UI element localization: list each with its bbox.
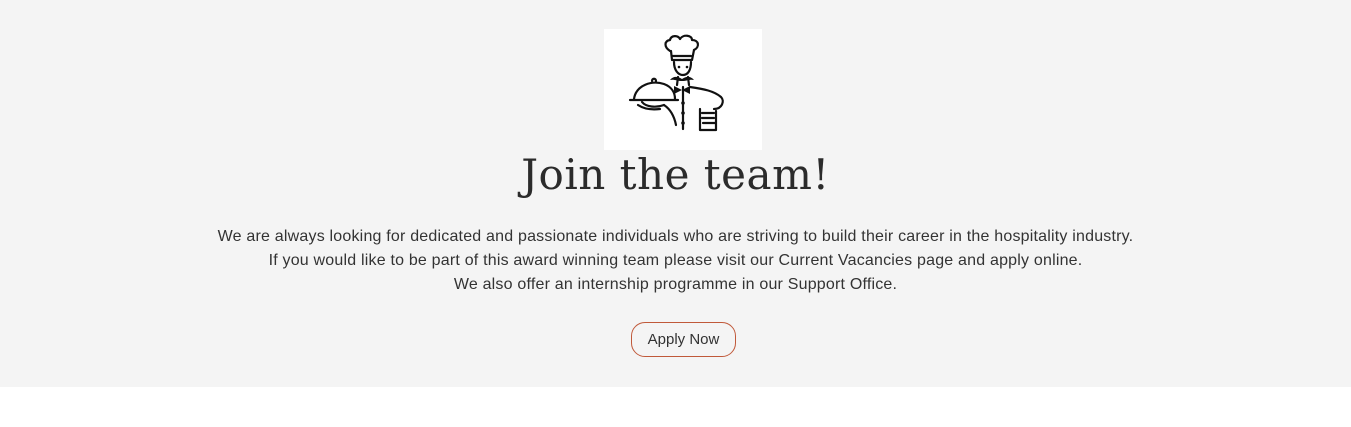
description-line: We also offer an internship programme in… <box>453 276 898 293</box>
chef-with-cloche-icon <box>628 34 724 132</box>
join-team-description: We are always looking for dedicated and … <box>0 225 1351 297</box>
chef-logo <box>604 29 762 150</box>
description-line: If you would like to be part of this awa… <box>268 252 1083 269</box>
description-line: We are always looking for dedicated and … <box>217 228 1134 245</box>
join-team-title: Join the team! <box>521 150 830 199</box>
apply-now-button[interactable]: Apply Now <box>631 322 736 357</box>
join-team-section: Join the team! We are always looking for… <box>0 0 1351 387</box>
